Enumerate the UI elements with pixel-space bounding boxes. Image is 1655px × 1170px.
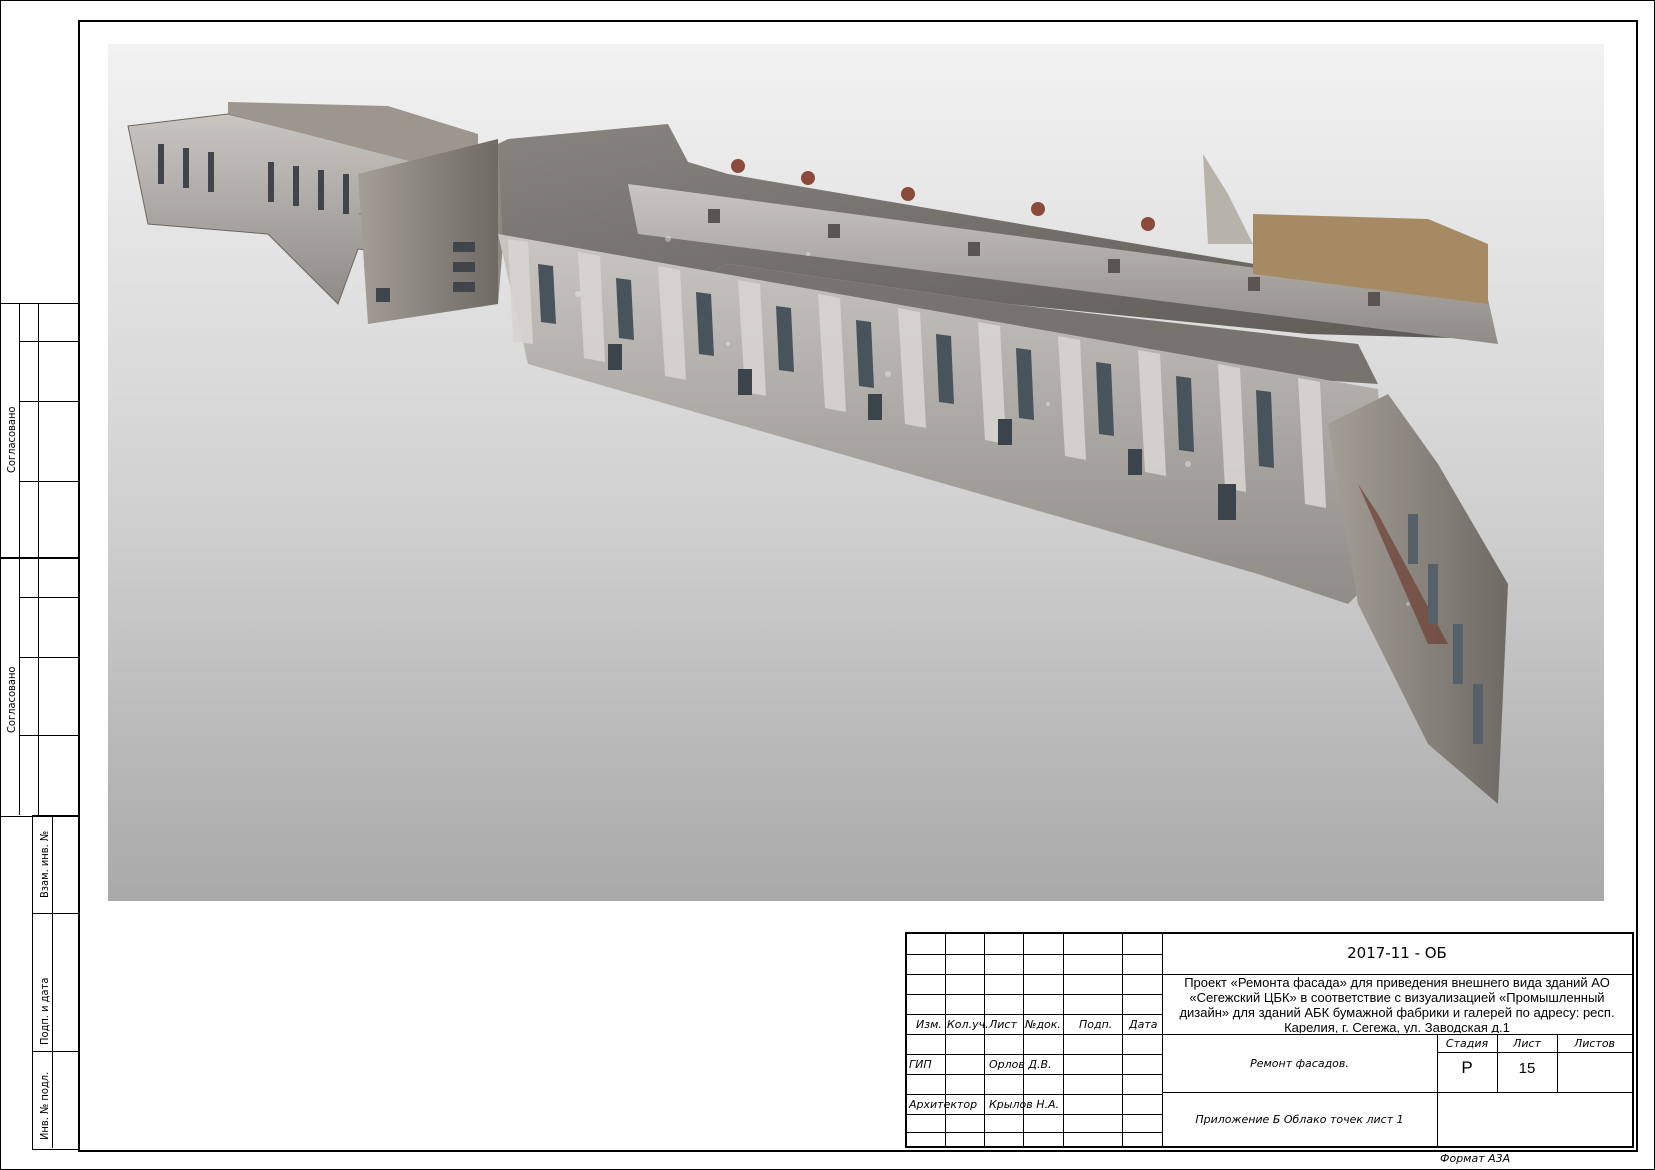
sheet-title: Приложение Б Облако точек лист 1 bbox=[1195, 1112, 1404, 1126]
col-kol-uch: Кол.уч. bbox=[947, 1018, 989, 1031]
sheet-value: 15 bbox=[1518, 1060, 1536, 1077]
col-data: Дата bbox=[1129, 1018, 1158, 1031]
col-izm: Изм. bbox=[916, 1018, 942, 1031]
section-title: Ремонт фасадов. bbox=[1250, 1056, 1349, 1070]
col-podp: Подп. bbox=[1079, 1018, 1113, 1031]
stage-header: Стадия bbox=[1445, 1037, 1489, 1050]
point-cloud-building-image bbox=[127, 102, 1508, 804]
format-label: Формат А3А bbox=[1440, 1152, 1511, 1165]
sheet-header: Лист bbox=[1513, 1037, 1541, 1050]
col-list: Лист bbox=[989, 1018, 1017, 1031]
agreed-label-2: Согласовано bbox=[5, 666, 18, 733]
stage-value: Р bbox=[1461, 1058, 1473, 1077]
name-architect: Крылов Н.А. bbox=[989, 1098, 1060, 1111]
role-gip: ГИП bbox=[909, 1058, 932, 1071]
sheets-header: Листов bbox=[1573, 1037, 1616, 1050]
name-gip: Орлов Д.В. bbox=[989, 1058, 1052, 1071]
point-cloud-viewport bbox=[108, 44, 1604, 901]
title-block: Изм. Кол.уч. Лист №док. Подп. Дата ГИП О… bbox=[905, 932, 1634, 1148]
role-architect: Архитектор bbox=[909, 1098, 978, 1111]
col-n-dok: №док. bbox=[1025, 1018, 1061, 1031]
agreed-label-1: Согласовано bbox=[5, 406, 18, 473]
doc-code: 2017-11 - ОБ bbox=[1347, 944, 1447, 962]
podp-data-label: Подп. и дата bbox=[38, 977, 51, 1045]
inv-podl-label: Инв. № подл. bbox=[38, 1071, 51, 1140]
vzam-inv-label: Взам. инв. № bbox=[38, 830, 51, 898]
left-stamp-column: Согласовано Согласовано bbox=[0, 303, 80, 817]
project-title: Проект «Ремонта фасада» для приведения в… bbox=[1179, 975, 1615, 1033]
